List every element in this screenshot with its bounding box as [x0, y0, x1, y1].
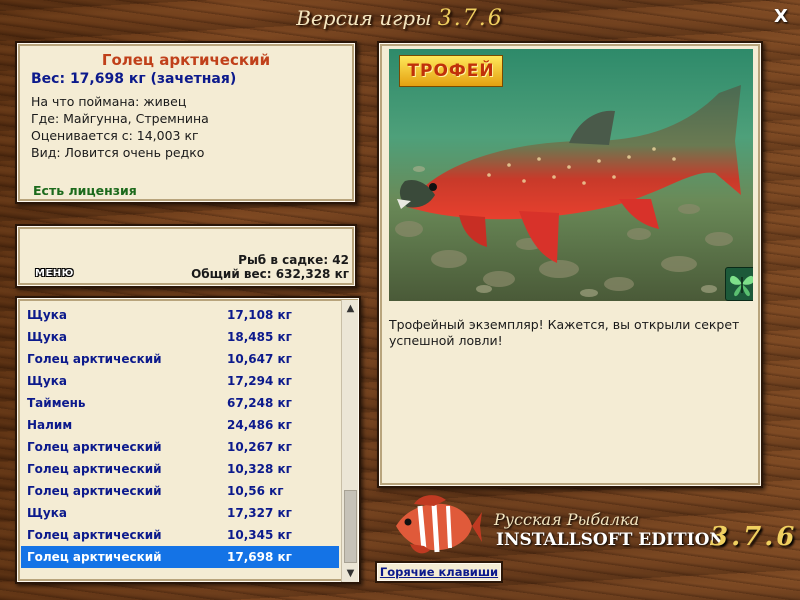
keepnet-summary-panel: Рыб в садке: 42 Общий вес: 632,328 кг МЕ… — [15, 224, 357, 288]
catch-weight: Вес: 17,698 кг (зачетная) — [31, 71, 237, 87]
catch-rated: Оценивается с: 14,003 кг — [31, 128, 199, 143]
fish-row-weight: 67,248 кг — [227, 396, 292, 410]
catch-info-panel: Голец арктический Вес: 17,698 кг (зачетн… — [15, 41, 357, 204]
total-weight: Общий вес: 632,328 кг — [191, 267, 349, 281]
menu-button[interactable]: МЕНЮ — [35, 268, 83, 282]
fish-list-row[interactable]: Голец арктический 10,345 кг — [21, 524, 339, 546]
title-version: 3.7.6 — [437, 6, 504, 31]
license-status: Есть лицензия — [33, 183, 137, 198]
trophy-fish-image: ТРОФЕЙ — [389, 49, 753, 301]
fish-row-name: Голец арктический — [27, 352, 162, 366]
fish-list-row[interactable]: Щука 17,108 кг — [21, 304, 339, 326]
fish-list-row[interactable]: Голец арктический 10,56 кг — [21, 480, 339, 502]
fish-count: Рыб в садке: 42 — [238, 253, 349, 267]
fish-row-name: Голец арктический — [27, 462, 162, 476]
fish-row-name: Налим — [27, 418, 73, 432]
fish-row-weight: 10,328 кг — [227, 462, 292, 476]
fish-row-name: Щука — [27, 506, 67, 520]
scroll-thumb[interactable] — [344, 490, 357, 563]
fish-list-row[interactable]: Налим 24,486 кг — [21, 414, 339, 436]
fish-list-row[interactable]: Щука 17,294 кг — [21, 370, 339, 392]
fish-row-name: Щука — [27, 308, 67, 322]
fish-row-weight: 24,486 кг — [227, 418, 292, 432]
list-scrollbar[interactable]: ▲ ▼ — [341, 300, 358, 582]
fish-row-name: Голец арктический — [27, 440, 162, 454]
close-button[interactable]: X — [770, 6, 792, 28]
fish-row-name: Таймень — [27, 396, 86, 410]
catch-bait: На что поймана: живец — [31, 94, 187, 109]
fish-list-panel: Щука 17,108 кг Щука 18,485 кг Голец арктичес… — [15, 296, 361, 584]
fish-row-weight: 17,108 кг — [227, 308, 292, 322]
fish-row-weight: 10,647 кг — [227, 352, 292, 366]
fish-logo-icon — [396, 495, 482, 554]
catch-kind: Вид: Ловится очень редко — [31, 145, 205, 160]
catch-place: Где: Майгунна, Стремнина — [31, 111, 209, 126]
butterfly-icon[interactable] — [725, 267, 753, 301]
scroll-up-icon[interactable]: ▲ — [342, 300, 359, 317]
brand-title: Русская Рыбалка — [494, 510, 640, 529]
trophy-panel: ТРОФЕЙ Трофейный экземпляр! Кажется, вы … — [377, 41, 763, 488]
hotkeys-button[interactable]: Горячие клавиши — [375, 561, 503, 583]
fish-row-weight: 17,327 кг — [227, 506, 292, 520]
title-text: Версия игры — [296, 6, 432, 30]
fish-row-weight: 10,345 кг — [227, 528, 292, 542]
fish-row-weight: 10,267 кг — [227, 440, 292, 454]
fish-list: Щука 17,108 кг Щука 18,485 кг Голец арктичес… — [21, 304, 339, 568]
scroll-down-icon[interactable]: ▼ — [342, 565, 359, 582]
fish-row-name: Щука — [27, 374, 67, 388]
fish-row-weight: 17,698 кг — [227, 550, 292, 564]
fish-list-row[interactable]: Таймень 67,248 кг — [21, 392, 339, 414]
trophy-message: Трофейный экземпляр! Кажется, вы открыли… — [389, 317, 740, 348]
fish-list-row[interactable]: Голец арктический 10,647 кг — [21, 348, 339, 370]
fish-list-row[interactable]: Голец арктический 17,698 кг — [21, 546, 339, 568]
catch-fish-name: Голец арктический — [101, 51, 271, 69]
brand-edition: INSTALLSOFT EDITION — [496, 530, 725, 550]
window-title: Версия игры 3.7.6 — [0, 6, 800, 36]
brand-fish-logo — [390, 492, 482, 558]
fish-row-name: Голец арктический — [27, 550, 162, 564]
brand-version: 3.7.6 — [710, 522, 798, 552]
butterfly-glyph — [730, 275, 753, 297]
fish-row-weight: 17,294 кг — [227, 374, 292, 388]
fish-list-row[interactable]: Голец арктический 10,267 кг — [21, 436, 339, 458]
fish-row-name: Голец арктический — [27, 484, 162, 498]
fish-list-row[interactable]: Щука 18,485 кг — [21, 326, 339, 348]
fish-list-row[interactable]: Голец арктический 10,328 кг — [21, 458, 339, 480]
fish-row-weight: 10,56 кг — [227, 484, 284, 498]
trophy-badge: ТРОФЕЙ — [399, 55, 503, 87]
fish-row-name: Щука — [27, 330, 67, 344]
fish-row-weight: 18,485 кг — [227, 330, 292, 344]
fish-list-row[interactable]: Щука 17,327 кг — [21, 502, 339, 524]
fish-row-name: Голец арктический — [27, 528, 162, 542]
